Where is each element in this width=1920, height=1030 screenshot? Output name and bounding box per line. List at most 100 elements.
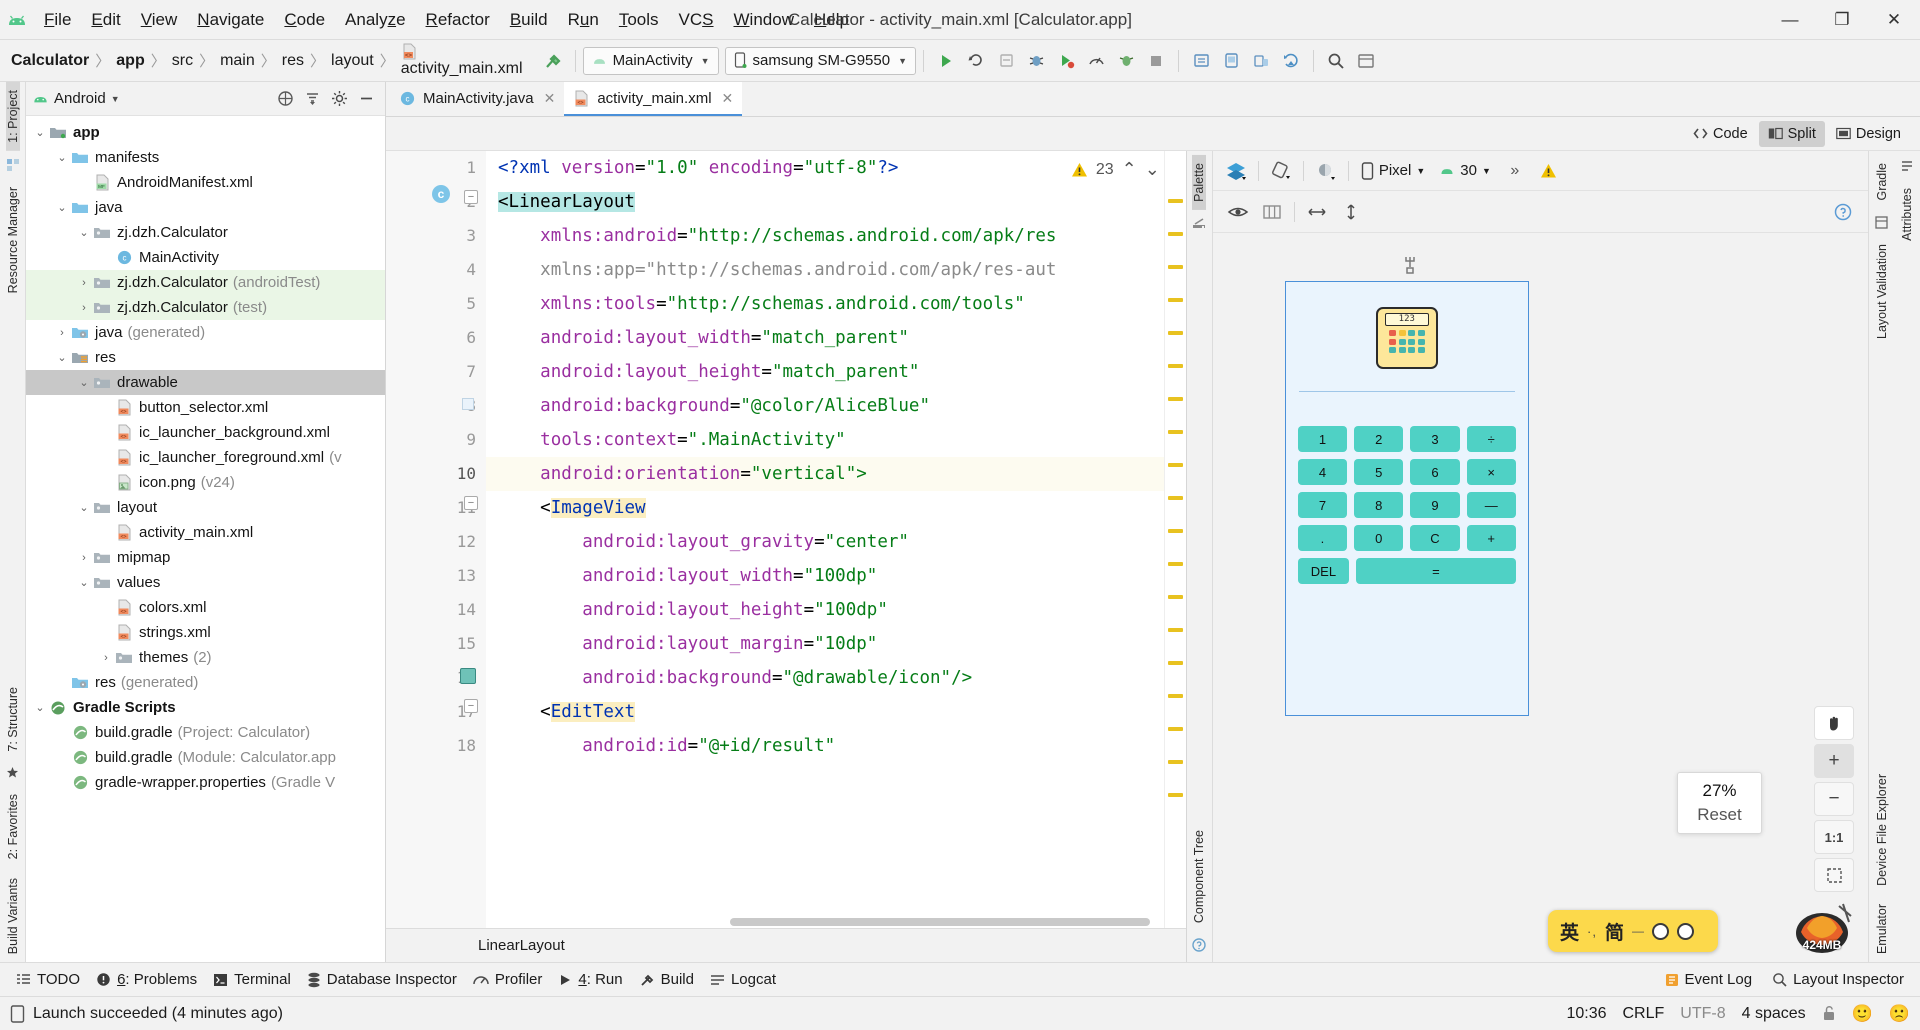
code-line[interactable]: tools:context=".MainActivity" (486, 423, 1186, 457)
project-structure-button[interactable] (1351, 46, 1381, 76)
tree-node-java[interactable]: › java (generated) (26, 320, 385, 345)
tree-node-zj-dzh-calculator[interactable]: › zj.dzh.Calculator (androidTest) (26, 270, 385, 295)
device-preview-frame[interactable]: 123 1 2 3 ÷ 4 5 6 × 7 8 9—. 0 C + DEL = (1284, 281, 1529, 716)
rail-item-layout-validation[interactable]: Layout Validation (1875, 236, 1889, 347)
run-with-coverage-button[interactable] (1051, 46, 1081, 76)
tree-node-androidmanifest-xml[interactable]: MF AndroidManifest.xml (26, 170, 385, 195)
design-tools-icon[interactable] (1401, 255, 1419, 275)
menu-refactor[interactable]: Refactor (416, 6, 500, 34)
code-line[interactable]: android:orientation="vertical"> (486, 457, 1186, 491)
warning-marker[interactable] (1167, 265, 1183, 269)
calculator-key-+[interactable]: + (1466, 525, 1516, 551)
run-configuration-selector[interactable]: MainActivity ▼ (582, 46, 719, 75)
menu-build[interactable]: Build (500, 6, 558, 34)
code-line[interactable]: <ImageView (486, 491, 1186, 525)
rail-item-attributes[interactable]: Attributes (1900, 180, 1914, 249)
bottom-tab-build[interactable]: Build (631, 968, 702, 991)
menu-run[interactable]: Run (558, 6, 609, 34)
rail-item-gradle[interactable]: Gradle (1875, 155, 1889, 209)
tree-node-gradle-scripts[interactable]: ⌄ Gradle Scripts (26, 695, 385, 720)
warning-marker[interactable] (1167, 529, 1183, 533)
warning-marker[interactable] (1167, 727, 1183, 731)
code-line[interactable]: xmlns:android="http://schemas.android.co… (486, 219, 1186, 253)
happy-face-icon[interactable]: 🙂 (1852, 1004, 1873, 1024)
help-circle-icon[interactable] (1192, 938, 1207, 952)
calculator-key-8[interactable]: 8 (1354, 492, 1404, 518)
warning-marker[interactable] (1167, 793, 1183, 797)
chevron-down-icon[interactable]: ▼ (111, 94, 120, 104)
calculator-key-×[interactable]: × (1466, 459, 1516, 485)
calculator-key-C[interactable]: C (1410, 525, 1460, 551)
warning-marker[interactable] (1167, 628, 1183, 632)
design-surface-mode-icon[interactable] (1219, 156, 1253, 186)
warning-marker[interactable] (1167, 661, 1183, 665)
code-line[interactable]: android:layout_width="100dp" (486, 559, 1186, 593)
close-icon[interactable]: ✕ (544, 90, 556, 107)
menu-edit[interactable]: Edit (81, 6, 130, 34)
bottom-tab-terminal[interactable]: Terminal (205, 968, 299, 991)
strip-item-palette[interactable]: Palette (1192, 155, 1207, 210)
warning-marker[interactable] (1167, 364, 1183, 368)
rail-item-build-variants[interactable]: Build Variants (6, 868, 20, 962)
menu-view[interactable]: View (131, 6, 188, 34)
bottom-tab-event-log[interactable]: Event Log (1657, 968, 1761, 991)
chevron-down-icon[interactable]: ⌄ (76, 501, 92, 514)
design-help-icon[interactable] (1826, 197, 1860, 227)
bottom-tab-6--problems[interactable]: 6: Problems (88, 968, 205, 991)
calculator-key-2[interactable]: 2 (1354, 426, 1404, 452)
bottom-tab-logcat[interactable]: Logcat (702, 968, 784, 991)
chevron-right-icon[interactable]: › (76, 302, 92, 314)
bottom-tab-todo[interactable]: TODO (8, 968, 88, 991)
apply-code-changes-button[interactable] (991, 46, 1021, 76)
code-line[interactable]: <LinearLayout (486, 185, 1186, 219)
tree-node-values[interactable]: ⌄ values (26, 570, 385, 595)
calculator-key-equals[interactable]: = (1356, 558, 1516, 584)
stop-button[interactable] (1141, 46, 1171, 76)
tree-node-ic-launcher-foreground-xml[interactable]: <> ic_launcher_foreground.xml (v (26, 445, 385, 470)
search-icon[interactable] (1321, 46, 1351, 76)
warning-marker[interactable] (1167, 595, 1183, 599)
memory-indicator[interactable]: 424MB (1788, 902, 1856, 954)
rail-item-emulator[interactable]: Emulator (1875, 894, 1889, 962)
attach-debugger-button[interactable] (1111, 46, 1141, 76)
maximize-button[interactable]: ❐ (1816, 0, 1868, 40)
tree-node-strings-xml[interactable]: <> strings.xml (26, 620, 385, 645)
lock-icon[interactable] (1822, 1005, 1836, 1022)
tree-node-java[interactable]: ⌄ java (26, 195, 385, 220)
menu-navigate[interactable]: Navigate (187, 6, 274, 34)
menu-file[interactable]: File (34, 6, 81, 34)
breadcrumb-item-res[interactable]: res (277, 50, 309, 72)
calculator-key-÷[interactable]: ÷ (1466, 426, 1516, 452)
calculator-key-9[interactable]: 9 (1410, 492, 1460, 518)
menu-window[interactable]: Window (724, 6, 804, 34)
calculator-key-6[interactable]: 6 (1410, 459, 1460, 485)
breadcrumb-item-src[interactable]: src (167, 50, 198, 72)
code-fold-icon[interactable]: − (464, 699, 478, 713)
preview-canvas[interactable]: 123 123÷456×789—.0C+DEL= (1213, 233, 1868, 962)
chevron-right-icon[interactable]: › (76, 277, 92, 289)
sync-gradle-button[interactable] (1276, 46, 1306, 76)
zoom-to-fit-button[interactable] (1814, 858, 1854, 892)
code-line[interactable]: android:layout_width="match_parent" (486, 321, 1186, 355)
calculator-key-5[interactable]: 5 (1354, 459, 1404, 485)
chevron-right-icon[interactable]: › (76, 552, 92, 564)
profiler-button[interactable] (1081, 46, 1111, 76)
tree-node-ic-launcher-background-xml[interactable]: <> ic_launcher_background.xml (26, 420, 385, 445)
inspection-warning-bar[interactable] (1163, 151, 1186, 928)
code-line[interactable]: <EditText (486, 695, 1186, 729)
mode-design-button[interactable]: Design (1827, 121, 1910, 147)
bottom-tab-layout-inspector[interactable]: Layout Inspector (1764, 968, 1912, 991)
chevron-right-icon[interactable]: › (54, 327, 70, 339)
tree-node-zj-dzh-calculator[interactable]: ⌄ zj.dzh.Calculator (26, 220, 385, 245)
device-selector[interactable]: samsung SM-G9550 ▼ (724, 46, 917, 75)
rail-item-resource-manager[interactable]: Resource Manager (6, 179, 20, 301)
line-separator-label[interactable]: CRLF (1623, 1005, 1665, 1023)
color-preview-swatch[interactable] (462, 398, 474, 410)
chevron-down-icon[interactable]: ⌄ (76, 376, 92, 389)
rail-item-favorites[interactable]: 2: Favorites (6, 786, 20, 867)
tree-node-mainactivity[interactable]: c MainActivity (26, 245, 385, 270)
chevron-right-icon[interactable]: › (98, 652, 114, 664)
code-line[interactable]: android:background="@drawable/icon"/> (486, 661, 1186, 695)
pan-hand-icon[interactable] (1814, 706, 1854, 740)
rail-item-project[interactable]: 1: Project (5, 82, 20, 151)
